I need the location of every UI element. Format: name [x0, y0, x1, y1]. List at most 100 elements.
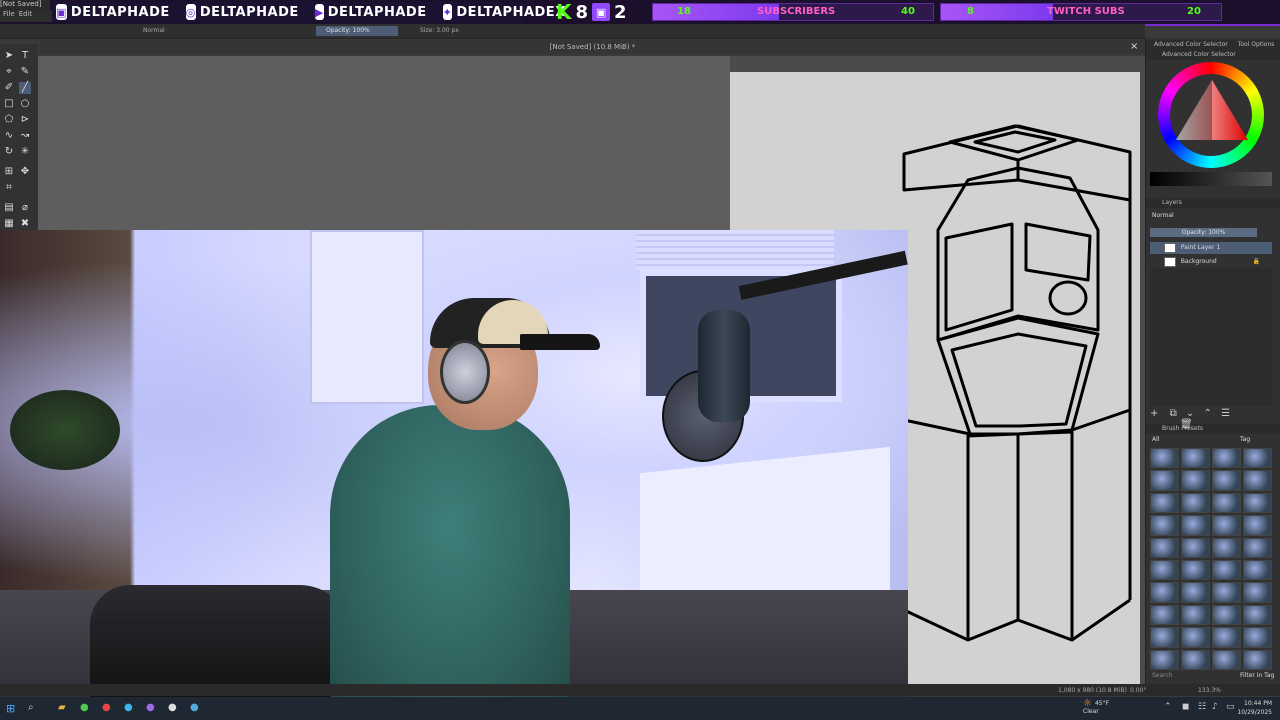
- app-icon[interactable]: ●: [80, 702, 89, 713]
- freehand-path-icon[interactable]: ↝: [19, 130, 31, 142]
- gradient-tool-icon[interactable]: ▤: [3, 202, 15, 214]
- brush-preset[interactable]: [1212, 492, 1241, 514]
- multibrush-icon[interactable]: ✳: [19, 146, 31, 158]
- app-icon[interactable]: ●: [168, 702, 177, 713]
- brush-preset[interactable]: [1150, 649, 1179, 670]
- crop-tool-icon[interactable]: ⌗: [3, 182, 15, 194]
- brush-preset[interactable]: [1181, 582, 1210, 603]
- delete-layer-icon[interactable]: 🗑: [1180, 419, 1193, 430]
- brush-preset[interactable]: [1181, 649, 1210, 670]
- layer-row-paint[interactable]: Paint Layer 1: [1150, 242, 1272, 254]
- size-slider[interactable]: Size: 3.00 px: [420, 27, 459, 34]
- weather-widget[interactable]: ☼ 45°F Clear: [1083, 699, 1127, 718]
- zoom-readout[interactable]: 133.3%: [1198, 687, 1221, 694]
- brush-preset[interactable]: [1212, 515, 1241, 536]
- duplicate-layer-icon[interactable]: ⧉: [1170, 408, 1177, 419]
- brush-preset[interactable]: [1181, 627, 1210, 648]
- chevron-down-icon[interactable]: ⌄: [1186, 408, 1194, 419]
- tab-tool-options[interactable]: Tool Options: [1238, 41, 1275, 48]
- move-tool-icon[interactable]: ✥: [19, 166, 31, 178]
- brush-preset[interactable]: [1150, 627, 1179, 648]
- brush-preset[interactable]: [1212, 649, 1241, 670]
- brush-preset[interactable]: [1150, 537, 1179, 558]
- brush-preset[interactable]: [1181, 515, 1210, 536]
- brush-preset[interactable]: [1243, 448, 1272, 469]
- brush-preset[interactable]: [1243, 649, 1272, 670]
- app-icon[interactable]: ●: [124, 702, 133, 713]
- tray-icon[interactable]: ◼: [1182, 702, 1189, 712]
- dynamic-brush-icon[interactable]: ↻: [3, 146, 15, 158]
- brush-preset[interactable]: [1181, 492, 1210, 514]
- chevron-up-icon[interactable]: ⌃: [1203, 408, 1211, 419]
- layer-blend-mode[interactable]: Normal: [1152, 212, 1174, 219]
- brush-preset[interactable]: [1150, 448, 1179, 469]
- layer-menu-icon[interactable]: ☰: [1221, 408, 1230, 419]
- transform-tool-icon[interactable]: ⊞: [3, 166, 15, 178]
- color-triangle[interactable]: [1172, 76, 1252, 156]
- search-icon[interactable]: ⌕: [28, 702, 34, 713]
- brush-preset[interactable]: [1181, 470, 1210, 491]
- ellipse-tool-icon[interactable]: ○: [19, 98, 31, 110]
- brush-preset[interactable]: [1243, 492, 1272, 514]
- brush-tool-icon[interactable]: ✐: [3, 82, 15, 94]
- brush-filter-select[interactable]: All: [1152, 436, 1159, 443]
- filter-in-tag-checkbox[interactable]: Filter in Tag: [1240, 672, 1274, 679]
- brush-preset[interactable]: [1243, 604, 1272, 626]
- brush-preset[interactable]: [1243, 627, 1272, 648]
- brush-preset[interactable]: [1212, 582, 1241, 603]
- brush-preset[interactable]: [1243, 470, 1272, 491]
- rotation-readout[interactable]: 0.00°: [1130, 687, 1146, 694]
- document-tab[interactable]: [Not Saved] (10.8 MiB) *: [40, 40, 1145, 54]
- bezier-tool-icon[interactable]: ∿: [3, 130, 15, 142]
- taskbar-clock[interactable]: 10:44 PM 10/29/2025: [1212, 699, 1272, 719]
- add-layer-icon[interactable]: +: [1150, 408, 1158, 419]
- shade-selector[interactable]: [1150, 172, 1272, 186]
- brush-preset[interactable]: [1212, 448, 1241, 469]
- brush-preset[interactable]: [1212, 537, 1241, 558]
- menu-file[interactable]: File: [3, 10, 15, 22]
- brush-preset[interactable]: [1243, 559, 1272, 581]
- brush-preset[interactable]: [1243, 582, 1272, 603]
- brush-search-input[interactable]: Search: [1152, 672, 1173, 679]
- rectangle-tool-icon[interactable]: □: [3, 98, 15, 110]
- smart-patch-icon[interactable]: ▦: [3, 218, 15, 230]
- brush-preset[interactable]: [1150, 470, 1179, 491]
- edit-shape-icon[interactable]: ⌖: [3, 66, 15, 78]
- brush-preset[interactable]: [1243, 537, 1272, 558]
- opacity-slider[interactable]: Opacity: 100%: [316, 26, 398, 36]
- brush-preset[interactable]: [1212, 604, 1241, 626]
- layer-row-background[interactable]: Background 🔒: [1150, 256, 1272, 268]
- file-explorer-icon[interactable]: ▰: [58, 702, 66, 713]
- calligraphy-icon[interactable]: ✎: [19, 66, 31, 78]
- menu-edit[interactable]: Edit: [19, 10, 33, 22]
- layer-opacity-slider[interactable]: Opacity: 100%: [1150, 228, 1257, 237]
- chevron-up-icon[interactable]: ⌃: [1164, 702, 1172, 712]
- brush-preset[interactable]: [1181, 604, 1210, 626]
- brush-preset[interactable]: [1150, 582, 1179, 603]
- network-icon[interactable]: ☷: [1198, 702, 1206, 712]
- brush-preset[interactable]: [1150, 492, 1179, 514]
- brush-preset[interactable]: [1212, 559, 1241, 581]
- windows-start-icon[interactable]: ⊞: [6, 702, 15, 715]
- tab-advanced-color-selector[interactable]: Advanced Color Selector: [1154, 41, 1228, 48]
- app-icon[interactable]: ●: [146, 702, 155, 713]
- lock-icon[interactable]: 🔒: [1253, 256, 1260, 268]
- app-icon[interactable]: ●: [102, 702, 111, 713]
- brush-preset[interactable]: [1243, 515, 1272, 536]
- polyline-tool-icon[interactable]: ⊳: [19, 114, 31, 126]
- close-icon[interactable]: ×: [1130, 41, 1140, 53]
- brush-tag-select[interactable]: Tag: [1240, 436, 1250, 443]
- color-picker-icon[interactable]: ⌀: [19, 202, 31, 214]
- polygon-tool-icon[interactable]: ⬠: [3, 114, 15, 126]
- line-tool-icon[interactable]: ╱: [19, 82, 31, 94]
- brush-preset[interactable]: [1150, 515, 1179, 536]
- text-tool-icon[interactable]: T: [19, 50, 31, 62]
- brush-preset[interactable]: [1181, 559, 1210, 581]
- fill-tool-icon[interactable]: ✖: [19, 218, 31, 230]
- select-tool-icon[interactable]: ➤: [3, 50, 15, 62]
- brush-preset[interactable]: [1212, 627, 1241, 648]
- blend-mode-select[interactable]: Normal: [143, 27, 165, 34]
- brush-preset[interactable]: [1150, 559, 1179, 581]
- app-icon[interactable]: ●: [190, 702, 199, 713]
- brush-preset[interactable]: [1150, 604, 1179, 626]
